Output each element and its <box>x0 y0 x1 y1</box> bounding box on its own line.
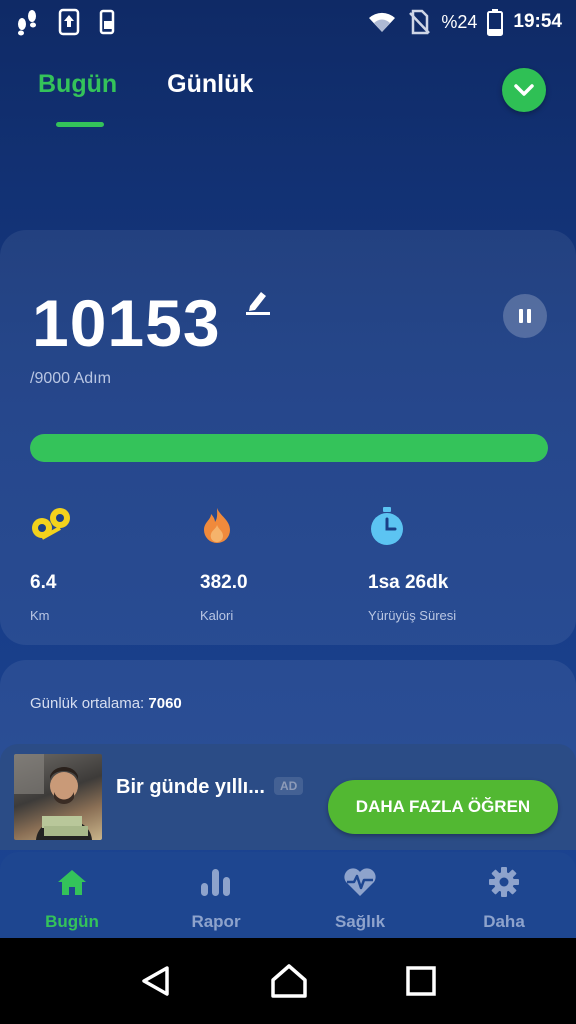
nav-label: Sağlık <box>334 912 386 931</box>
back-icon[interactable] <box>139 964 173 998</box>
edit-icon[interactable] <box>244 288 272 316</box>
tab-today[interactable]: Bugün <box>38 70 117 127</box>
ad-badge: AD <box>274 777 304 795</box>
ad-cta-button[interactable]: DAHA FAZLA ÖĞREN <box>328 780 558 834</box>
nav-label: Daha <box>483 912 525 931</box>
distance-icon <box>32 508 70 540</box>
stat-value: 1sa 26dk <box>368 572 449 593</box>
nav-item-report[interactable]: Rapor <box>144 852 288 938</box>
stat-calories: 382.0 Kalori <box>200 506 360 623</box>
recents-icon[interactable] <box>405 965 437 997</box>
phone-icon <box>99 9 115 35</box>
upload-icon <box>58 8 80 36</box>
steps-card: 10153 /9000 Adım 6.4 Km 382.0 Kalori 1sa… <box>0 230 576 645</box>
stat-duration: 1sa 26dk Yürüyüş Süresi <box>368 506 528 623</box>
stat-label: Yürüyüş Süresi <box>368 608 457 623</box>
ad-image[interactable] <box>14 754 102 840</box>
stat-value: 382.0 <box>200 572 248 593</box>
system-nav-bar <box>0 938 576 1024</box>
nav-label: Rapor <box>191 912 241 931</box>
timer-icon <box>371 507 403 545</box>
step-progress-bar <box>30 434 548 462</box>
dropdown-button[interactable] <box>502 68 546 112</box>
battery-icon <box>487 9 504 36</box>
heart-pulse-icon <box>344 868 376 896</box>
wifi-icon <box>369 12 396 32</box>
daily-average-value: 7060 <box>148 695 182 712</box>
chevron-down-icon <box>514 84 534 96</box>
bar-chart-icon <box>201 869 230 896</box>
step-count: 10153 <box>32 286 221 360</box>
status-bar: %24 19:54 <box>0 0 576 44</box>
home-button-icon[interactable] <box>270 963 308 999</box>
nav-item-more[interactable]: Daha <box>432 852 576 938</box>
step-progress-fill <box>30 434 548 462</box>
pause-icon <box>519 309 531 323</box>
step-goal: /9000 Adım <box>30 370 111 387</box>
flame-icon <box>204 508 230 543</box>
ad-title[interactable]: Bir günde yıllı... <box>116 776 265 799</box>
tab-daily[interactable]: Günlük <box>167 70 253 99</box>
home-icon <box>58 870 86 895</box>
stat-distance: 6.4 Km <box>30 506 190 623</box>
top-tabs: Bugün Günlük <box>38 70 253 127</box>
bottom-nav: Bugün Rapor Sağlık Daha <box>0 852 576 938</box>
no-sim-icon <box>409 9 431 35</box>
ad-photo <box>14 754 92 840</box>
daily-average-label: Günlük ortalama: <box>30 695 145 712</box>
nav-item-today[interactable]: Bugün <box>0 852 144 938</box>
stat-label: Kalori <box>200 608 234 623</box>
pause-button[interactable] <box>503 294 547 338</box>
stat-label: Km <box>30 608 50 623</box>
clock: 19:54 <box>513 11 562 32</box>
nav-item-health[interactable]: Sağlık <box>288 852 432 938</box>
ad-banner[interactable]: Bir günde yıllı... AD DAHA FAZLA ÖĞREN <box>0 744 576 850</box>
nav-label: Bugün <box>45 912 99 931</box>
daily-average: Günlük ortalama: 7060 <box>30 695 182 712</box>
stat-value: 6.4 <box>30 572 57 593</box>
battery-percent: %24 <box>441 11 478 32</box>
gear-icon <box>489 867 519 897</box>
footsteps-icon <box>18 10 36 36</box>
